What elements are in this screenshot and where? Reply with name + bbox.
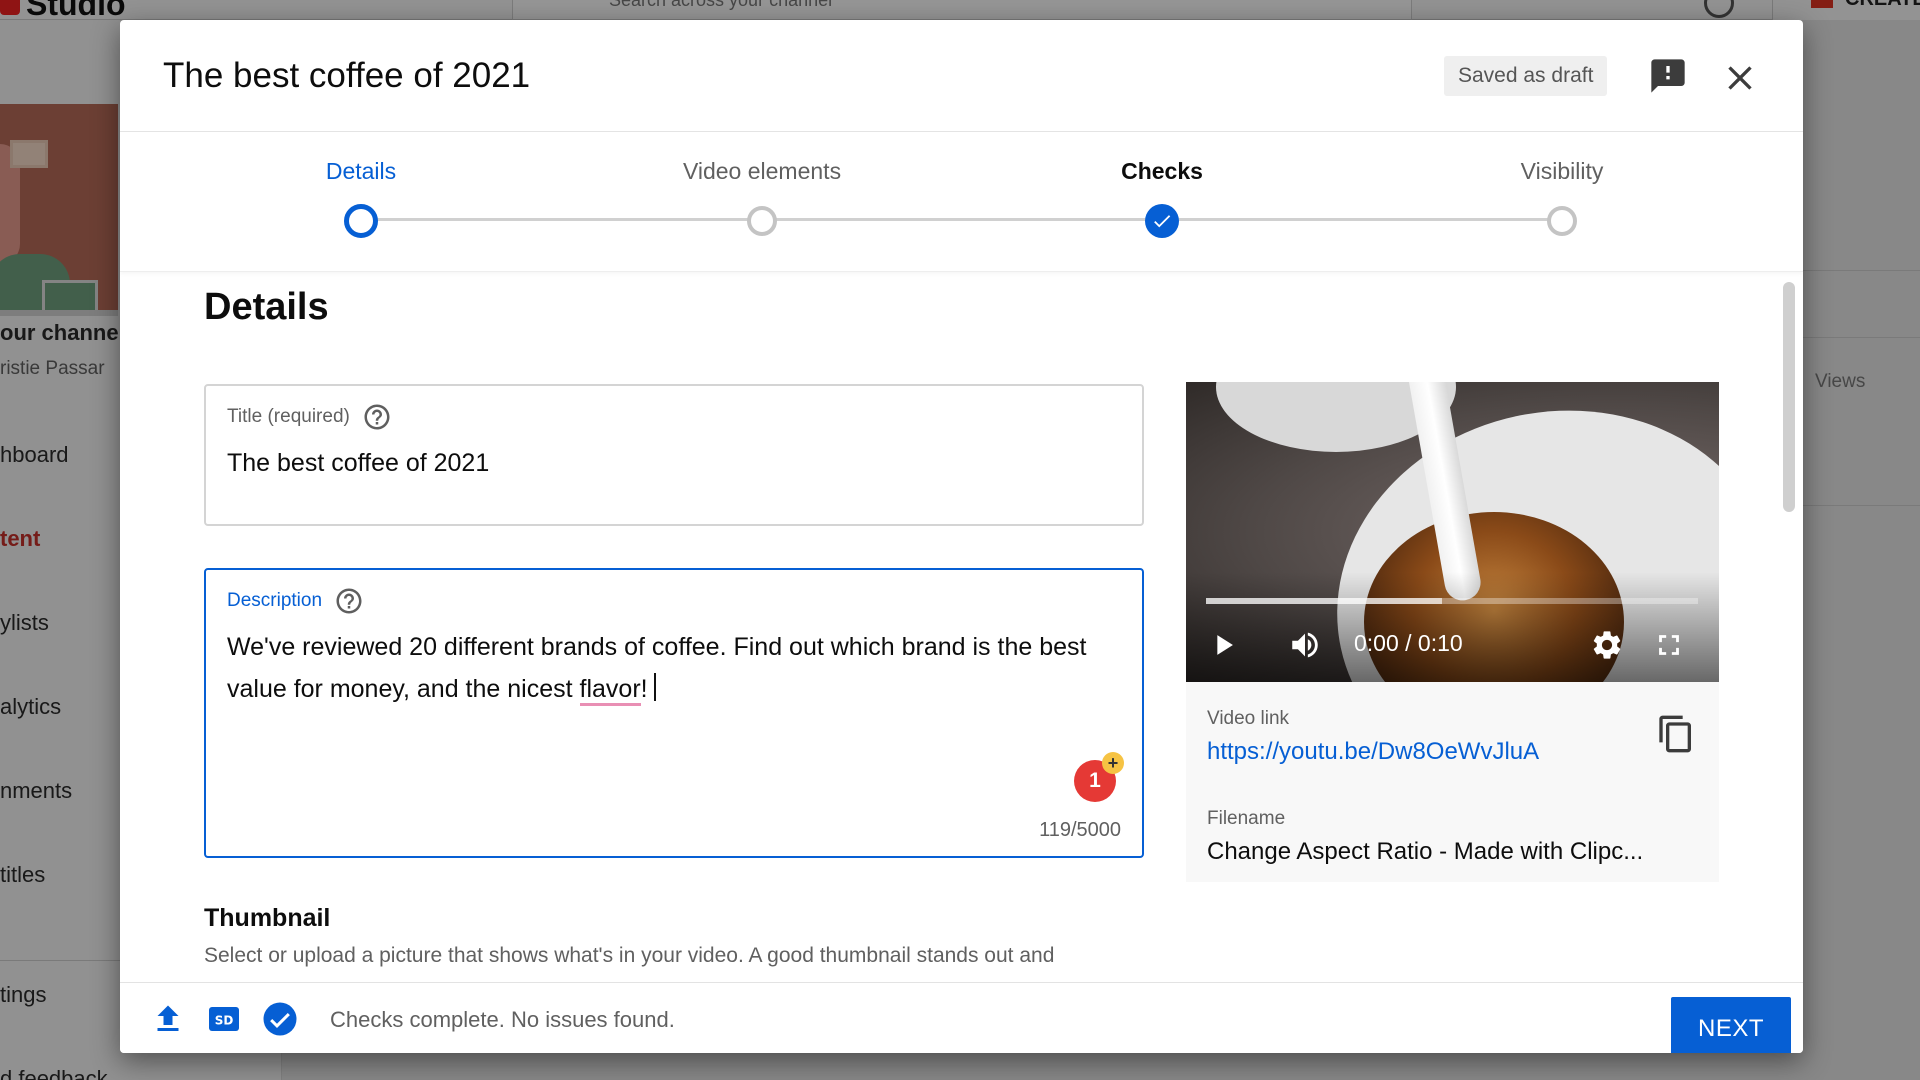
stepper-track (362, 218, 1562, 221)
next-button[interactable]: NEXT (1671, 997, 1791, 1053)
text-cursor (653, 673, 656, 701)
checks-status-text: Checks complete. No issues found. (330, 1007, 675, 1032)
feedback-icon (1651, 59, 1685, 93)
video-player[interactable]: 0:00 / 0:10 (1186, 382, 1719, 682)
step-checks-label: Checks (1121, 158, 1203, 184)
thumbnail-description: Select or upload a picture that shows wh… (204, 944, 1055, 967)
content-scrollbar[interactable] (1783, 282, 1795, 512)
sd-status-button[interactable]: SD (206, 1001, 242, 1037)
step-details-label: Details (325, 158, 397, 184)
title-input[interactable]: The best coffee of 2021 (227, 442, 1107, 484)
video-progress-bar[interactable] (1206, 598, 1698, 604)
description-field[interactable]: Description We've reviewed 20 different … (204, 568, 1144, 858)
video-link-label: Video link (1207, 708, 1290, 729)
fullscreen-button[interactable] (1652, 628, 1686, 667)
checks-status-button[interactable] (262, 1001, 298, 1037)
step-visibility-label: Visibility (1520, 158, 1604, 184)
help-icon[interactable] (334, 586, 364, 616)
close-icon (1728, 66, 1752, 90)
title-field-label: Title (required) (227, 402, 392, 432)
mute-button[interactable] (1288, 628, 1322, 667)
settings-button[interactable] (1590, 628, 1624, 667)
dialog-title: The best coffee of 2021 (163, 56, 531, 95)
step-video-elements-label: Video elements (682, 158, 842, 184)
step-todo-indicator (747, 206, 777, 236)
spelling-suggestion[interactable]: flavor (579, 675, 641, 706)
step-current-indicator (344, 204, 378, 238)
check-icon (1154, 215, 1171, 228)
title-field[interactable]: Title (required) The best coffee of 2021 (204, 384, 1144, 526)
filename-value: Change Aspect Ratio - Made with Clipc... (1207, 838, 1644, 865)
thumbnail-heading: Thumbnail (204, 904, 331, 932)
send-feedback-button[interactable] (1648, 56, 1688, 96)
description-textarea[interactable]: We've reviewed 20 different brands of co… (227, 626, 1107, 710)
video-link[interactable]: https://youtu.be/Dw8OeWvJluA (1207, 738, 1539, 766)
svg-text:SD: SD (215, 1013, 234, 1027)
fullscreen-icon (1659, 635, 1679, 655)
play-icon (1217, 635, 1233, 655)
play-button[interactable] (1206, 628, 1240, 667)
character-counter: 119/5000 (1039, 819, 1121, 841)
sd-icon: SD (209, 1007, 239, 1031)
upload-status-button[interactable] (150, 1001, 186, 1037)
plus-icon: + (1102, 752, 1124, 774)
buffered-range (1206, 598, 1443, 604)
details-heading: Details (204, 286, 329, 328)
volume-icon (1292, 632, 1318, 658)
upload-stepper: Details Video elements Checks Visibility (120, 132, 1803, 272)
dialog-header: The best coffee of 2021 Saved as draft (120, 20, 1803, 132)
copy-icon (1659, 715, 1691, 753)
video-time: 0:00 / 0:10 (1354, 630, 1463, 656)
writing-assistant-badge[interactable]: 1 + (1074, 752, 1124, 802)
saved-status-chip: Saved as draft (1444, 56, 1608, 96)
dialog-footer: SD Checks complete. No issues found. NEX… (120, 982, 1803, 1053)
upload-icon (157, 1005, 179, 1031)
step-done-indicator (1145, 204, 1179, 238)
help-icon[interactable] (362, 402, 392, 432)
video-preview-card: 0:00 / 0:10 Video link https://youtu.be/… (1186, 382, 1719, 882)
gear-icon (1593, 631, 1621, 659)
step-todo-indicator (1547, 206, 1577, 236)
upload-dialog: The best coffee of 2021 Saved as draft D… (120, 20, 1803, 1053)
details-content: Details Title (required) The best coffee… (120, 272, 1803, 982)
filename-label: Filename (1207, 808, 1286, 829)
description-field-label: Description (227, 586, 364, 616)
copy-link-button[interactable] (1656, 712, 1696, 756)
close-dialog-button[interactable] (1720, 58, 1760, 98)
check-circle-icon (263, 1002, 297, 1036)
